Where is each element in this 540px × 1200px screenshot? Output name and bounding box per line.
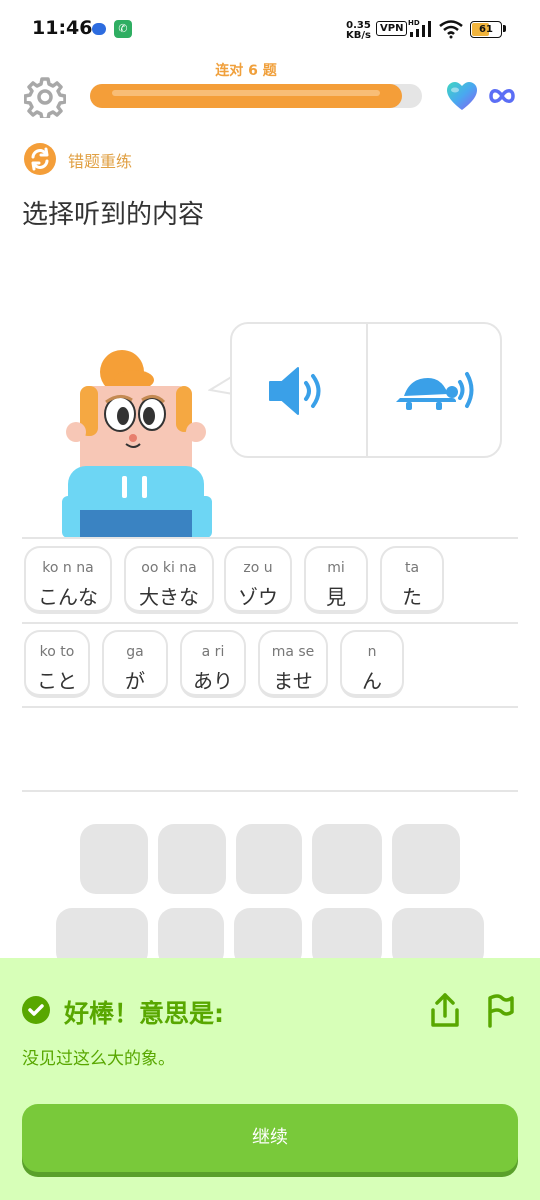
speech-bubble — [230, 322, 502, 458]
review-icon — [24, 143, 56, 175]
meaning-text: 没见过这么大的象。 — [22, 1049, 175, 1069]
word-tile[interactable]: n ん — [340, 630, 404, 698]
share-icon[interactable] — [428, 992, 462, 1030]
word-bank-slot — [392, 824, 460, 894]
check-icon — [22, 996, 50, 1024]
gear-icon[interactable] — [24, 76, 66, 118]
continue-button[interactable]: 继续 — [22, 1104, 518, 1172]
turtle-slow-icon — [396, 372, 474, 410]
message-icon — [92, 23, 106, 35]
word-tile[interactable]: mi 見 — [304, 546, 368, 614]
infinity-icon — [489, 89, 515, 103]
play-audio-button[interactable] — [232, 324, 366, 456]
word-tile[interactable]: ko to こと — [24, 630, 90, 698]
word-tile[interactable]: zo u ゾウ — [224, 546, 292, 614]
battery-icon: 61 — [470, 21, 502, 38]
svg-text:HD: HD — [408, 19, 420, 27]
prompt-title: 选择听到的内容 — [22, 200, 205, 230]
word-tile[interactable]: ma se ませ — [258, 630, 328, 698]
review-label: 错题重练 — [68, 152, 133, 171]
word-bank-slot — [312, 824, 382, 894]
word-tile[interactable]: oo ki na 大きな — [124, 546, 214, 614]
word-bank-slot — [236, 824, 302, 894]
heart-icon[interactable] — [446, 82, 478, 112]
progress-bar — [90, 84, 422, 108]
phone-icon: ✆ — [114, 20, 132, 38]
word-tile[interactable]: ta た — [380, 546, 444, 614]
word-tile[interactable]: a ri あり — [180, 630, 246, 698]
lesson-screen: 11:46 ✆ 0.35 KB/s VPN HD 61 连对 6 题 错题重练 … — [0, 0, 540, 1200]
streak-label: 连对 6 题 — [215, 63, 277, 79]
result-title: 好棒！意思是: — [64, 999, 224, 1028]
play-slow-audio-button[interactable] — [368, 324, 502, 456]
word-bank-slot — [158, 824, 226, 894]
status-bar: 11:46 ✆ 0.35 KB/s VPN HD 61 — [0, 0, 540, 60]
speaker-icon — [269, 367, 321, 415]
flag-icon[interactable] — [484, 992, 516, 1030]
word-bank-slot — [80, 824, 148, 894]
vpn-badge: VPN — [376, 21, 408, 36]
status-time: 11:46 — [32, 17, 93, 39]
signal-icon: HD — [408, 19, 431, 37]
word-tile[interactable]: ko n na こんな — [24, 546, 112, 614]
network-speed: 0.35 KB/s — [346, 20, 371, 41]
word-tile[interactable]: ga が — [102, 630, 168, 698]
wifi-icon — [439, 20, 463, 39]
character-illustration — [62, 350, 212, 538]
progress-fill — [90, 84, 402, 108]
